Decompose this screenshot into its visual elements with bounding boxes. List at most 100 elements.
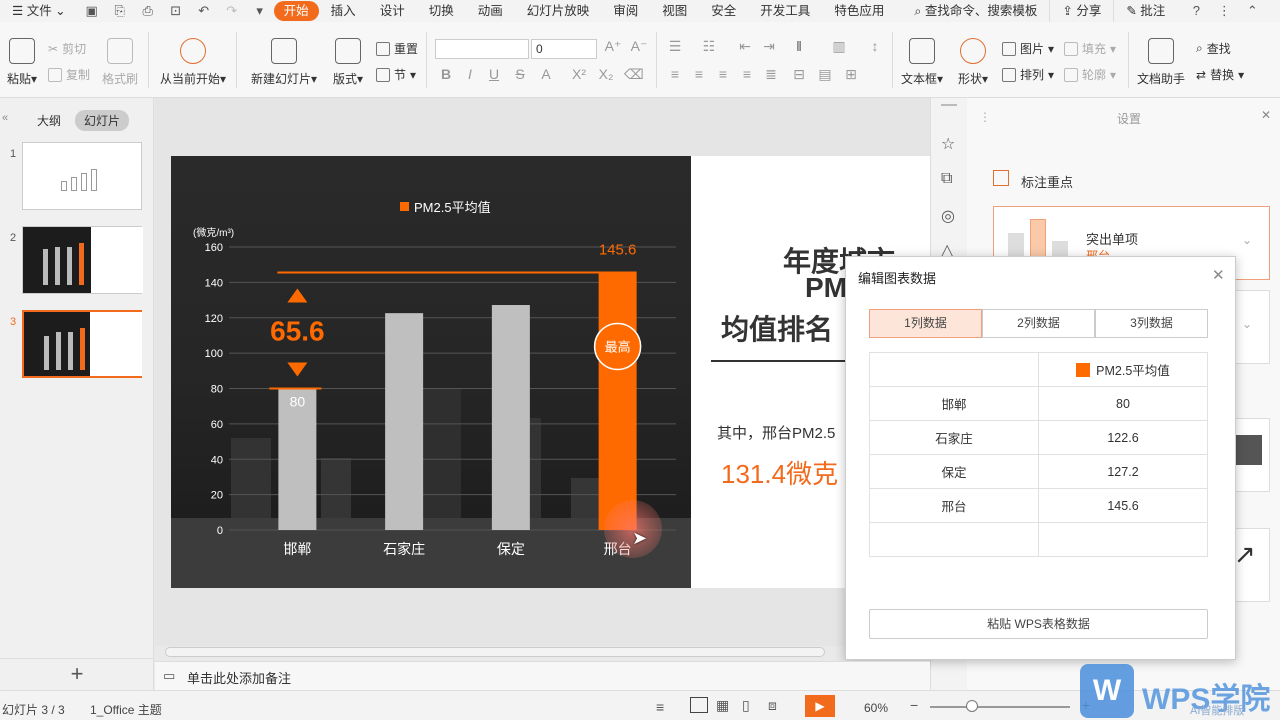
slide-thumbnail-3[interactable] xyxy=(22,310,142,378)
header-cell-series[interactable]: PM2.5平均值 xyxy=(1038,352,1208,387)
textbox-button[interactable]: 文本框▾ xyxy=(900,38,944,87)
horizontal-scrollbar[interactable] xyxy=(165,647,825,657)
layout-button[interactable]: 版式▾ xyxy=(328,38,368,87)
increase-font-icon[interactable]: A⁺ xyxy=(604,38,622,55)
header-cell-empty[interactable] xyxy=(869,352,1039,387)
slide-thumbnail-1[interactable] xyxy=(22,142,142,210)
panel-menu-icon[interactable]: ⋮ xyxy=(979,110,991,124)
tab-transition[interactable]: 切换 xyxy=(417,0,466,22)
animation-icon[interactable]: ⧉ xyxy=(941,170,952,188)
tab-developer[interactable]: 开发工具 xyxy=(748,0,822,22)
subscript-icon[interactable]: X₂ xyxy=(597,66,615,82)
value-cell[interactable] xyxy=(1038,522,1208,557)
play-slideshow-icon[interactable]: ▶ xyxy=(805,695,835,717)
print-icon[interactable]: ⎙ xyxy=(139,3,157,19)
tab-2-columns[interactable]: 2列数据 xyxy=(982,309,1095,338)
chevron-down-icon[interactable]: ⌄ xyxy=(1242,233,1252,247)
collapse-ribbon-icon[interactable]: ⌃ xyxy=(1243,3,1261,19)
notes-placeholder[interactable]: 单击此处添加备注 xyxy=(187,668,291,687)
presenter-view-icon[interactable]: ⧈ xyxy=(768,697,777,714)
replace-button[interactable]: ⇄ 替换 ▾ xyxy=(1196,66,1244,83)
align-center-icon[interactable]: ≡ xyxy=(690,66,708,82)
value-cell[interactable]: 80 xyxy=(1038,386,1208,421)
tab-slideshow[interactable]: 幻灯片放映 xyxy=(515,0,602,22)
pin-icon[interactable]: ☆ xyxy=(941,134,955,154)
notes-toggle-icon[interactable]: ≡ xyxy=(656,699,664,715)
doc-helper-button[interactable]: 文档助手 xyxy=(1134,38,1188,87)
slide-body-text[interactable]: 其中，邢台PM2.5 xyxy=(717,422,835,443)
reading-view-icon[interactable]: ▯ xyxy=(742,697,750,714)
superscript-icon[interactable]: X² xyxy=(570,66,588,82)
file-menu[interactable]: ☰ 文件 ⌄ xyxy=(0,0,78,22)
row-label-cell[interactable]: 邯郸 xyxy=(869,386,1039,421)
indent-icon[interactable]: ⇥ xyxy=(760,38,778,55)
search-command[interactable]: ⌕ 查找命令、搜索模板 xyxy=(902,0,1049,22)
series-color-swatch[interactable] xyxy=(1076,363,1091,377)
zoom-slider[interactable] xyxy=(930,706,1070,708)
collapse-panel-icon[interactable]: « xyxy=(2,112,8,124)
format-painter-button[interactable]: 格式刷 xyxy=(100,38,140,87)
chevron-down-icon[interactable]: ⌄ xyxy=(1242,317,1252,331)
tab-special[interactable]: 特色应用 xyxy=(822,0,896,22)
comment-button[interactable]: ✎ 批注 xyxy=(1113,0,1177,22)
fill-button[interactable]: 填充 ▾ xyxy=(1064,40,1116,57)
distribute-icon[interactable]: ≣ xyxy=(762,66,780,83)
redo-icon[interactable]: ↷ xyxy=(223,3,241,19)
paste-button[interactable]: 粘贴▾ xyxy=(4,38,40,87)
undo-icon[interactable]: ↶ xyxy=(195,3,213,19)
value-cell[interactable]: 122.6 xyxy=(1038,420,1208,455)
from-current-button[interactable]: 从当前开始▾ xyxy=(156,38,230,87)
font-size-select[interactable]: 0 xyxy=(531,39,597,59)
section-button[interactable]: 节 ▾ xyxy=(376,66,416,83)
tab-view[interactable]: 视图 xyxy=(650,0,699,22)
value-cell[interactable]: 145.6 xyxy=(1038,488,1208,523)
more-icon[interactable]: ⋮ xyxy=(1215,3,1233,19)
decrease-font-icon[interactable]: A⁻ xyxy=(630,38,648,55)
zoom-level[interactable]: 60% xyxy=(864,701,888,715)
export-icon[interactable]: ⎘ xyxy=(111,3,129,19)
tab-design[interactable]: 设计 xyxy=(368,0,417,22)
smartart-icon[interactable]: ▤ xyxy=(816,66,834,83)
clear-format-icon[interactable]: ⌫ xyxy=(624,66,644,83)
underline-icon[interactable]: U xyxy=(485,66,503,82)
slide-highlight-value[interactable]: 131.4微克 xyxy=(721,454,838,491)
zoom-out-icon[interactable]: − xyxy=(910,697,918,713)
reset-button[interactable]: 重置 xyxy=(376,40,418,57)
row-label-cell[interactable]: 石家庄 xyxy=(869,420,1039,455)
cut-button[interactable]: ✂ 剪切 xyxy=(48,40,86,57)
theme-name[interactable]: 1_Office 主题 xyxy=(90,701,162,718)
row-label-cell[interactable]: 保定 xyxy=(869,454,1039,489)
zoom-slider-handle[interactable] xyxy=(966,700,978,712)
vertical-align-icon[interactable]: ⊟ xyxy=(790,66,808,83)
tab-insert[interactable]: 插入 xyxy=(319,0,368,22)
save-icon[interactable]: ▣ xyxy=(83,3,101,19)
find-button[interactable]: ⌕ 查找 xyxy=(1196,40,1231,57)
close-icon[interactable]: ✕ xyxy=(1261,108,1271,122)
line-spacing-icon[interactable]: ↕ xyxy=(866,38,884,54)
italic-icon[interactable]: I xyxy=(461,66,479,82)
share-button[interactable]: ⇪ 分享 xyxy=(1049,0,1113,22)
align-right-icon[interactable]: ≡ xyxy=(714,66,732,82)
close-icon[interactable]: ✕ xyxy=(1212,266,1225,284)
bold-icon[interactable]: B xyxy=(437,66,455,82)
preview-icon[interactable]: ⊡ xyxy=(167,3,185,19)
row-label-cell[interactable]: 邢台 xyxy=(869,488,1039,523)
tab-animation[interactable]: 动画 xyxy=(466,0,515,22)
text-direction-icon[interactable]: ‖ xyxy=(790,38,808,54)
tab-slides[interactable]: 幻灯片 xyxy=(75,110,130,131)
shape-button[interactable]: 形状▾ xyxy=(954,38,992,87)
outdent-icon[interactable]: ⇤ xyxy=(736,38,754,55)
tab-outline[interactable]: 大纲 xyxy=(28,110,70,131)
value-cell[interactable]: 127.2 xyxy=(1038,454,1208,489)
text-box-align-icon[interactable]: ⊞ xyxy=(842,66,860,83)
numbering-icon[interactable]: ☷ xyxy=(700,38,718,55)
shapes-panel-icon[interactable]: ◎ xyxy=(941,206,955,226)
strikethrough-icon[interactable]: S xyxy=(511,66,529,82)
font-family-select[interactable] xyxy=(435,39,529,59)
tab-security[interactable]: 安全 xyxy=(699,0,748,22)
slide-thumbnail-2[interactable] xyxy=(22,226,143,294)
help-icon[interactable]: ? xyxy=(1187,3,1205,19)
columns-icon[interactable]: ▥ xyxy=(830,38,848,55)
arrange-button[interactable]: 排列 ▾ xyxy=(1002,66,1054,83)
customize-dropdown-icon[interactable]: ▾ xyxy=(251,3,269,19)
